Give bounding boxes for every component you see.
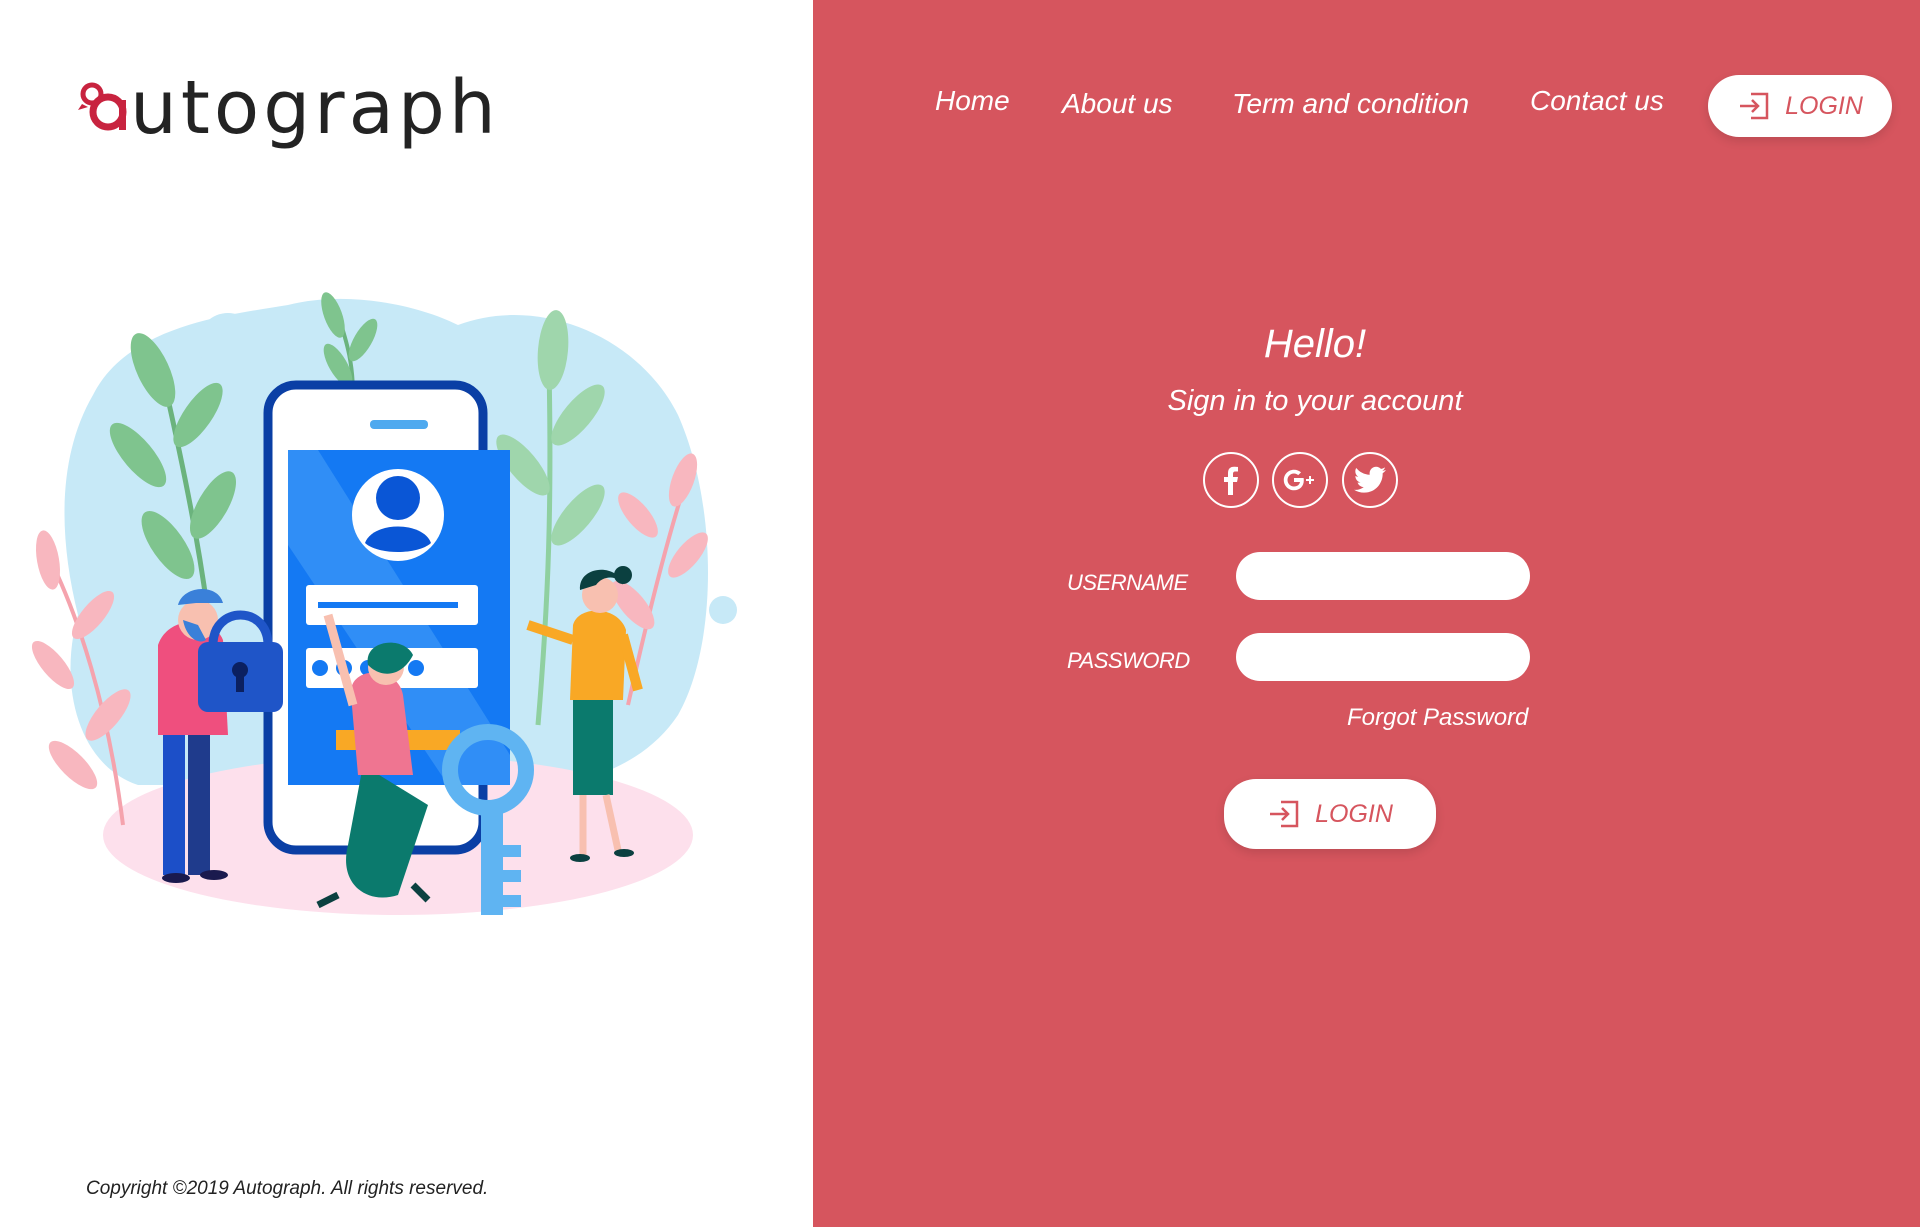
left-panel: utograph Copyright ©2019 Autograph. All … bbox=[0, 0, 813, 1227]
header-login-label: LOGIN bbox=[1785, 91, 1863, 120]
copyright-text: Copyright ©2019 Autograph. All rights re… bbox=[86, 1178, 489, 1199]
logo-wordmark: utograph bbox=[130, 65, 500, 151]
nav-about-us[interactable]: About us bbox=[1062, 88, 1173, 120]
username-input[interactable] bbox=[1236, 552, 1530, 600]
password-input[interactable] bbox=[1236, 633, 1530, 681]
autograph-logo[interactable]: utograph bbox=[78, 68, 496, 148]
logo-chat-bubble-icon bbox=[78, 82, 127, 131]
login-icon bbox=[1740, 92, 1769, 120]
greeting-title: Hello! bbox=[1263, 322, 1367, 366]
right-panel bbox=[813, 0, 1920, 1227]
header-login-button[interactable]: LOGIN bbox=[1708, 75, 1892, 137]
nav-terms[interactable]: Term and condition bbox=[1232, 88, 1469, 120]
password-label: PASSWORD bbox=[1067, 648, 1190, 673]
google-plus-login-button[interactable] bbox=[1272, 452, 1328, 508]
twitter-login-button[interactable] bbox=[1342, 452, 1398, 508]
username-label: USERNAME bbox=[1067, 570, 1188, 595]
submit-login-label: LOGIN bbox=[1315, 799, 1393, 828]
nav-home[interactable]: Home bbox=[935, 85, 1010, 117]
facebook-icon bbox=[1224, 466, 1238, 495]
facebook-login-button[interactable] bbox=[1203, 452, 1259, 508]
twitter-icon bbox=[1354, 466, 1386, 493]
greeting-subtitle: Sign in to your account bbox=[1167, 385, 1463, 417]
login-illustration bbox=[31, 292, 737, 915]
submit-login-button[interactable]: LOGIN bbox=[1224, 779, 1436, 849]
google-plus-icon bbox=[1283, 469, 1314, 491]
nav-contact-us[interactable]: Contact us bbox=[1530, 85, 1664, 117]
forgot-password-link[interactable]: Forgot Password bbox=[1347, 704, 1528, 732]
login-icon bbox=[1270, 800, 1299, 828]
